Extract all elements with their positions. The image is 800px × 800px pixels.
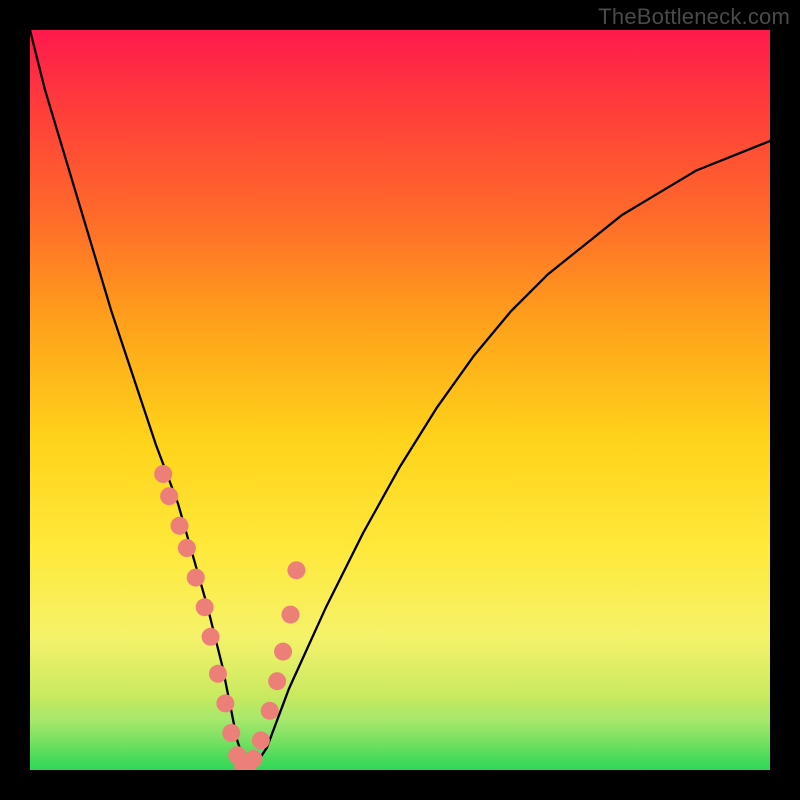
highlight-dot	[268, 672, 286, 690]
chart-frame: TheBottleneck.com	[0, 0, 800, 800]
chart-svg	[30, 30, 770, 770]
highlight-dot	[154, 465, 172, 483]
chart-plot-area	[30, 30, 770, 770]
highlight-dot	[202, 628, 220, 646]
highlight-dot	[252, 731, 270, 749]
highlight-dot	[222, 724, 240, 742]
highlight-dot	[170, 517, 188, 535]
highlighted-dots-group	[154, 465, 305, 770]
highlight-dot	[274, 643, 292, 661]
highlight-dot	[209, 665, 227, 683]
bottleneck-curve	[30, 30, 770, 770]
highlight-dot	[160, 487, 178, 505]
highlight-dot	[178, 539, 196, 557]
highlight-dot	[196, 598, 214, 616]
highlight-dot	[261, 702, 279, 720]
highlight-dot	[281, 606, 299, 624]
highlight-dot	[216, 694, 234, 712]
highlight-dot	[287, 561, 305, 579]
highlight-dot	[187, 569, 205, 587]
watermark-text: TheBottleneck.com	[598, 4, 790, 30]
highlight-dot	[244, 750, 262, 768]
